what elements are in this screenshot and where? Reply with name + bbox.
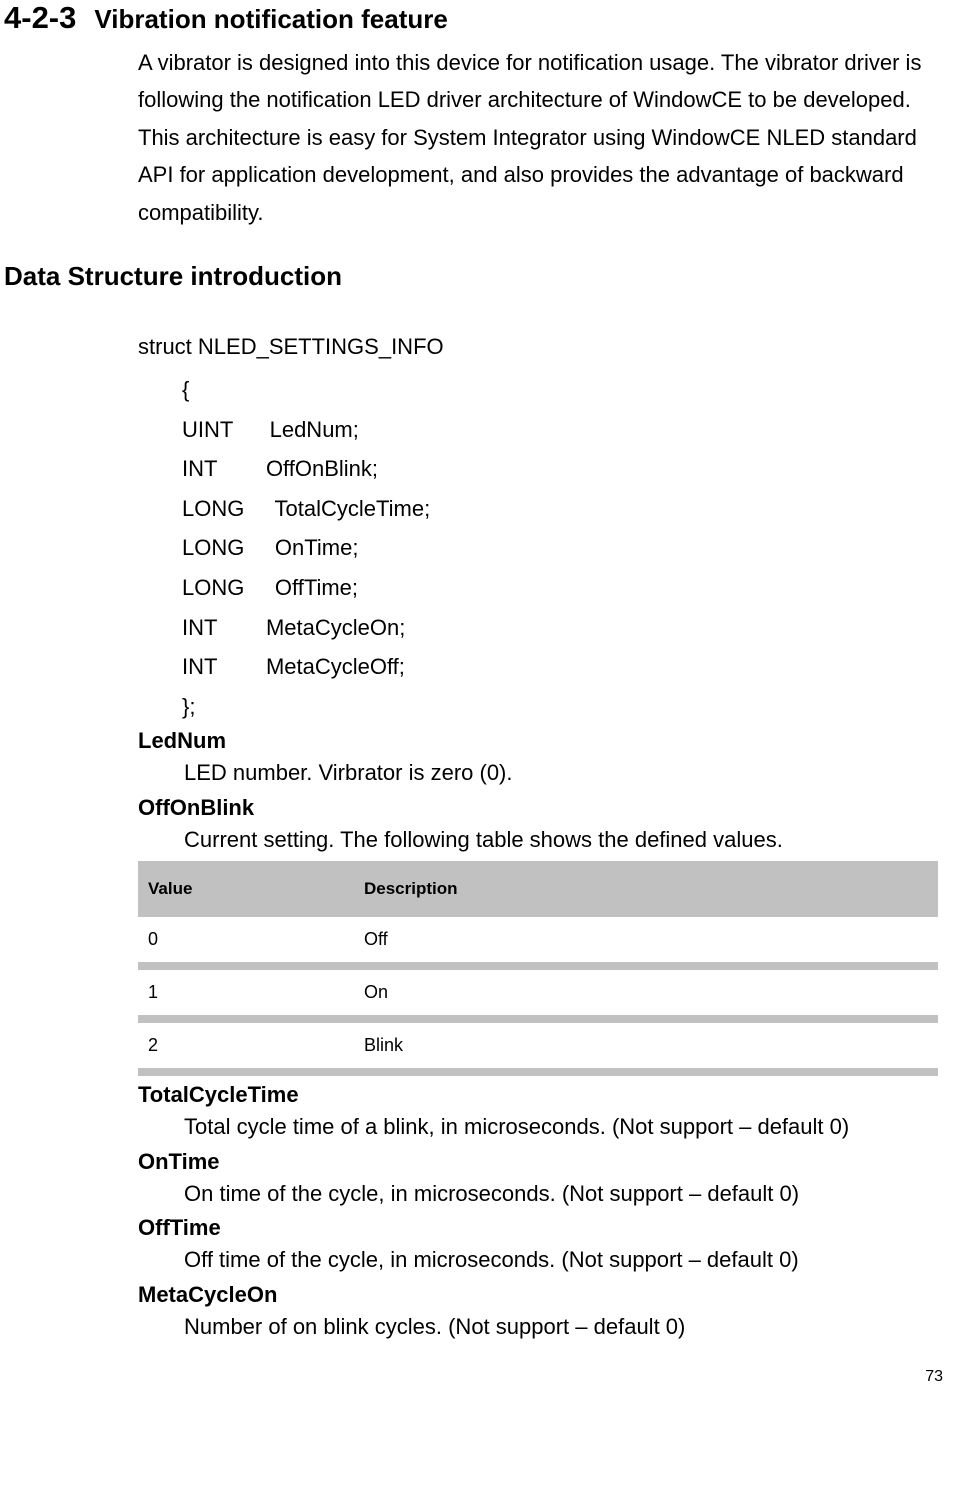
subsection-title: Data Structure introduction [4, 261, 943, 292]
table-cell-description: On [354, 970, 938, 1015]
struct-field: LONG OnTime; [182, 528, 943, 568]
table-row: 2 Blink [138, 1023, 938, 1068]
field-name-ontime: OnTime [138, 1149, 943, 1175]
section-header: 4-2-3 Vibration notification feature [4, 0, 943, 36]
struct-open: { [182, 370, 943, 410]
struct-field: UINT LedNum; [182, 410, 943, 450]
field-name-offtime: OffTime [138, 1215, 943, 1241]
struct-field: LONG TotalCycleTime; [182, 489, 943, 529]
table-row: 1 On [138, 970, 938, 1015]
field-desc-offtime: Off time of the cycle, in microseconds. … [184, 1241, 943, 1280]
field-name-metacycleon: MetaCycleOn [138, 1282, 943, 1308]
struct-field: INT MetaCycleOff; [182, 647, 943, 687]
table-cell-value: 1 [138, 970, 354, 1015]
field-desc-lednum: LED number. Virbrator is zero (0). [184, 754, 943, 793]
table-cell-value: 0 [138, 917, 354, 962]
struct-field: INT MetaCycleOn; [182, 608, 943, 648]
section-intro: A vibrator is designed into this device … [138, 44, 943, 231]
table-header-row: Value Description [138, 869, 938, 909]
struct-body: { UINT LedNum; INT OffOnBlink; LONG Tota… [182, 370, 943, 726]
values-table: Value Description 0 Off 1 On 2 B [138, 861, 938, 1076]
struct-field: LONG OffTime; [182, 568, 943, 608]
table-cell-value: 2 [138, 1023, 354, 1068]
field-desc-offonblink: Current setting. The following table sho… [184, 821, 943, 860]
field-desc-ontime: On time of the cycle, in microseconds. (… [184, 1175, 943, 1214]
field-desc-totalcycletime: Total cycle time of a blink, in microsec… [184, 1108, 943, 1147]
struct-field: INT OffOnBlink; [182, 449, 943, 489]
field-name-lednum: LedNum [138, 728, 943, 754]
table-row: 0 Off [138, 917, 938, 962]
field-name-offonblink: OffOnBlink [138, 795, 943, 821]
page-number: 73 [4, 1368, 943, 1386]
content-body: struct NLED_SETTINGS_INFO { UINT LedNum;… [138, 334, 943, 1346]
table-header-value: Value [138, 869, 354, 909]
section-number: 4-2-3 [4, 0, 76, 36]
table-cell-description: Off [354, 917, 938, 962]
table-cell-description: Blink [354, 1023, 938, 1068]
field-desc-metacycleon: Number of on blink cycles. (Not support … [184, 1308, 943, 1347]
section-title: Vibration notification feature [94, 4, 447, 35]
table-header-description: Description [354, 869, 938, 909]
struct-name: struct NLED_SETTINGS_INFO [138, 334, 943, 360]
struct-close: }; [182, 687, 943, 727]
field-name-totalcycletime: TotalCycleTime [138, 1082, 943, 1108]
